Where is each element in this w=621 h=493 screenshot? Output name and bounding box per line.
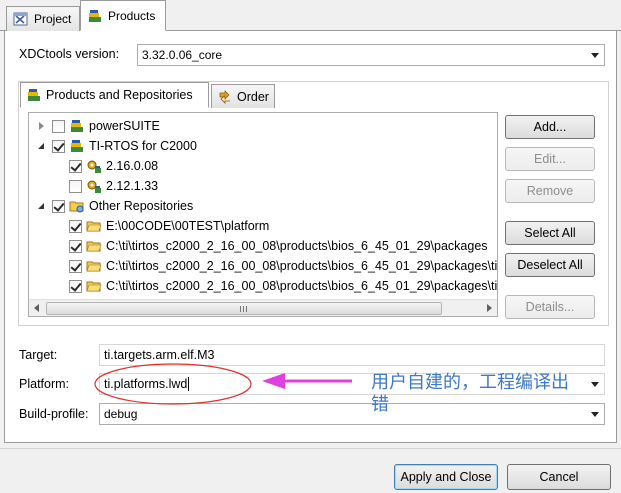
annotation-arrow <box>262 373 352 389</box>
annotation-overlay <box>94 363 352 405</box>
annotation-note: 用户自建的，工程编译出 错 <box>371 371 611 415</box>
products-icon <box>26 87 42 103</box>
cancel-button[interactable]: Cancel <box>507 464 611 490</box>
annotation-line: 用户自建的，工程编译出 <box>371 372 569 392</box>
apply-and-close-button[interactable]: Apply and Close <box>394 464 498 490</box>
tab-label: Products and Repositories <box>46 88 193 102</box>
footer-divider <box>0 448 621 449</box>
annotation-ellipse <box>94 363 252 405</box>
tab-products-and-repositories[interactable]: Products and Repositories <box>20 82 209 108</box>
annotation-line: 错 <box>371 394 389 414</box>
